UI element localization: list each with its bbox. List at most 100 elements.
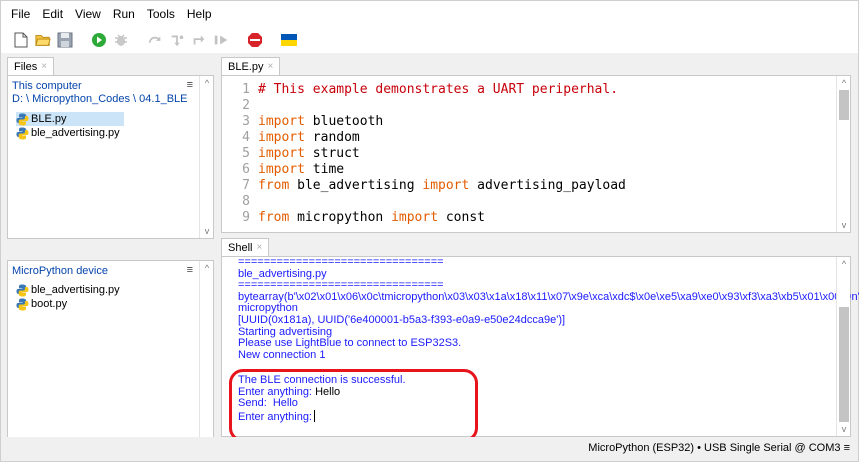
current-path[interactable]: D: \ Micropython_Codes \ 04.1_BLE — [12, 93, 187, 106]
menu-file[interactable]: File — [5, 1, 36, 27]
panel-menu-icon[interactable]: ≡ — [187, 264, 193, 276]
keyword-token: import — [258, 130, 305, 145]
scrollbar-thumb[interactable] — [839, 90, 849, 120]
file-name: boot.py — [31, 298, 68, 310]
menu-view[interactable]: View — [69, 1, 107, 27]
shell-line: Enter anything: — [238, 409, 859, 424]
scroll-up-icon[interactable]: ^ — [200, 78, 214, 88]
device-header[interactable]: MicroPython device — [12, 265, 108, 278]
step-out-icon[interactable] — [191, 32, 207, 48]
code-token: bluetooth — [304, 114, 384, 129]
menu-bar: File Edit View Run Tools Help — [1, 1, 858, 27]
resume-icon[interactable] — [213, 32, 229, 48]
close-icon[interactable]: × — [256, 239, 262, 257]
keyword-token: import — [258, 146, 305, 161]
editor-scrollbar[interactable]: ^ v — [836, 76, 850, 232]
step-over-icon[interactable] — [147, 32, 163, 48]
code-text: # This example demonstrates a UART perip… — [258, 82, 618, 98]
python-file-icon — [16, 284, 29, 297]
code-area[interactable]: 1 # This example demonstrates a UART peri… — [222, 82, 626, 226]
device-item-ble-advertising-py[interactable]: ble_advertising.py — [16, 283, 124, 297]
shell-line: Enter anything: Hello — [238, 385, 859, 399]
save-icon[interactable] — [57, 32, 73, 48]
menu-run[interactable]: Run — [107, 1, 141, 27]
this-computer-label[interactable]: This computer — [12, 80, 187, 93]
code-line[interactable]: 9 from micropython import const — [222, 210, 626, 226]
device-item-boot-py[interactable]: boot.py — [16, 297, 124, 311]
panel-menu-icon[interactable]: ≡ — [187, 79, 193, 91]
shell-line: bytearray(b'\x02\x01\x06\x0c\tmicropytho… — [238, 291, 859, 304]
code-line[interactable]: 8 — [222, 194, 626, 210]
file-name: ble_advertising.py — [31, 127, 120, 139]
file-name: BLE.py — [31, 113, 67, 125]
files-panel: This computer D: \ Micropython_Codes \ 0… — [7, 75, 214, 239]
shell-line-text: Please use LightBlue to connect to ESP32… — [238, 337, 462, 350]
run-icon[interactable] — [91, 32, 107, 48]
menu-help[interactable]: Help — [181, 1, 218, 27]
shell-line-text: The BLE connection is successful. — [238, 373, 406, 386]
file-item-ble-advertising-py[interactable]: ble_advertising.py — [16, 126, 124, 140]
ukraine-flag-icon[interactable] — [281, 32, 297, 48]
device-scrollbar[interactable]: ^ v — [199, 261, 213, 452]
step-into-icon[interactable] — [169, 32, 185, 48]
code-token: ble_advertising — [289, 178, 423, 193]
open-folder-icon[interactable] — [35, 32, 51, 48]
code-text: import time — [258, 162, 344, 178]
scrollbar-thumb[interactable] — [839, 307, 849, 422]
shell-line-text: ================================ — [238, 279, 444, 292]
scroll-up-icon[interactable]: ^ — [200, 263, 214, 273]
shell-output[interactable]: ================================ ble_adve… — [238, 256, 859, 424]
scroll-down-icon[interactable]: v — [200, 226, 214, 236]
code-line[interactable]: 3 import bluetooth — [222, 114, 626, 130]
line-number: 3 — [242, 114, 250, 129]
debug-icon[interactable] — [113, 32, 129, 48]
scroll-down-icon[interactable]: v — [837, 220, 851, 230]
code-line[interactable]: 4 import random — [222, 130, 626, 146]
python-file-icon — [16, 113, 29, 126]
menu-tools[interactable]: Tools — [141, 1, 181, 27]
line-number: 7 — [242, 178, 250, 193]
code-line[interactable]: 2 — [222, 98, 626, 114]
shell-line-text: ================================ — [238, 256, 444, 268]
line-number: 8 — [242, 194, 250, 209]
code-line[interactable]: 7 from ble_advertising import advertising… — [222, 178, 626, 194]
interpreter-status[interactable]: MicroPython (ESP32) • USB Single Serial … — [588, 442, 850, 454]
code-editor[interactable]: 1 # This example demonstrates a UART peri… — [221, 75, 851, 233]
code-token: advertising_payload — [469, 178, 626, 193]
close-icon[interactable]: × — [267, 58, 273, 76]
code-line[interactable]: 6 import time — [222, 162, 626, 178]
close-icon[interactable]: × — [41, 58, 47, 76]
shell-line-text: micropython — [238, 302, 298, 315]
code-line[interactable]: 5 import struct — [222, 146, 626, 162]
scroll-up-icon[interactable]: ^ — [837, 78, 851, 88]
this-computer-header: This computer D: \ Micropython_Codes \ 0… — [12, 80, 187, 106]
menu-edit[interactable]: Edit — [36, 1, 69, 27]
scroll-up-icon[interactable]: ^ — [837, 259, 851, 269]
files-scrollbar[interactable]: ^ v — [199, 76, 213, 238]
shell-line-text: Starting advertising — [238, 325, 333, 338]
shell-panel[interactable]: ================================ ble_adve… — [221, 256, 859, 437]
shell-line: New connection 1 — [238, 349, 859, 362]
tab-files-label: Files — [14, 60, 38, 73]
tab-ble-py[interactable]: BLE.py × — [221, 57, 281, 76]
keyword-token: import — [258, 162, 305, 177]
python-file-icon — [16, 127, 29, 140]
shell-line: Please use LightBlue to connect to ESP32… — [238, 337, 859, 350]
text-cursor[interactable] — [314, 409, 315, 422]
file-item-ble-py[interactable]: BLE.py — [16, 112, 124, 126]
tab-files[interactable]: Files × — [7, 57, 55, 76]
shell-scrollbar[interactable]: ^ v — [836, 257, 850, 436]
shell-line-text: Enter anything: — [238, 385, 316, 398]
shell-line: ================================ — [238, 256, 859, 269]
code-line[interactable]: 1 # This example demonstrates a UART peri… — [222, 82, 626, 98]
shell-line: Send: Hello — [238, 397, 859, 410]
code-text: from micropython import const — [258, 210, 485, 226]
new-file-icon[interactable] — [13, 32, 29, 48]
stop-icon[interactable] — [247, 32, 263, 48]
tab-shell-label: Shell — [228, 241, 253, 254]
scroll-down-icon[interactable]: v — [837, 424, 851, 434]
code-text: import struct — [258, 146, 360, 162]
line-number: 2 — [242, 98, 250, 113]
tab-shell[interactable]: Shell × — [221, 238, 270, 257]
keyword-token: from — [258, 178, 290, 193]
